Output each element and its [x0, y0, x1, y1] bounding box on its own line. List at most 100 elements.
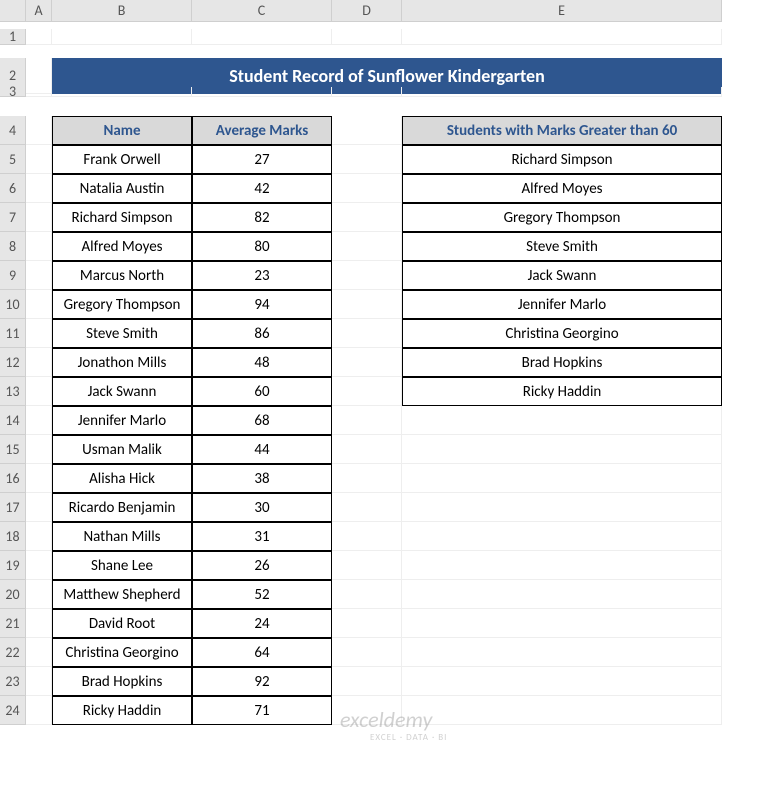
table2-cell[interactable]: Richard Simpson: [402, 145, 722, 174]
cell[interactable]: [332, 580, 402, 609]
cell[interactable]: [332, 232, 402, 261]
cell[interactable]: [332, 406, 402, 435]
row-header[interactable]: 22: [0, 638, 26, 667]
cell[interactable]: [332, 261, 402, 290]
cell[interactable]: [26, 174, 52, 203]
row-header[interactable]: 15: [0, 435, 26, 464]
cell[interactable]: [332, 667, 402, 696]
table1-name-cell[interactable]: Alisha Hick: [52, 464, 192, 493]
row-header[interactable]: 11: [0, 319, 26, 348]
cell[interactable]: [402, 406, 722, 435]
col-header-E[interactable]: E: [402, 0, 722, 22]
cell[interactable]: [26, 377, 52, 406]
col-header-A[interactable]: A: [26, 0, 52, 22]
cell[interactable]: [332, 145, 402, 174]
cell[interactable]: [26, 667, 52, 696]
cell[interactable]: [332, 638, 402, 667]
table2-cell[interactable]: Alfred Moyes: [402, 174, 722, 203]
cell[interactable]: [26, 609, 52, 638]
cell[interactable]: [402, 638, 722, 667]
cell[interactable]: [26, 29, 52, 45]
cell[interactable]: [52, 87, 192, 97]
table1-name-cell[interactable]: David Root: [52, 609, 192, 638]
cell[interactable]: [26, 551, 52, 580]
table1-header-name[interactable]: Name: [52, 116, 192, 145]
row-header[interactable]: 4: [0, 116, 26, 145]
table1-name-cell[interactable]: Brad Hopkins: [52, 667, 192, 696]
cell[interactable]: [26, 522, 52, 551]
row-header[interactable]: 7: [0, 203, 26, 232]
table1-name-cell[interactable]: Jennifer Marlo: [52, 406, 192, 435]
table1-name-cell[interactable]: Jack Swann: [52, 377, 192, 406]
col-header-D[interactable]: D: [332, 0, 402, 22]
table1-header-marks[interactable]: Average Marks: [192, 116, 332, 145]
row-header[interactable]: 16: [0, 464, 26, 493]
row-header[interactable]: 10: [0, 290, 26, 319]
cell[interactable]: [26, 406, 52, 435]
row-header[interactable]: 3: [0, 87, 26, 97]
row-header[interactable]: 14: [0, 406, 26, 435]
cell[interactable]: [26, 87, 52, 97]
cell[interactable]: [332, 203, 402, 232]
table1-marks-cell[interactable]: 42: [192, 174, 332, 203]
cell[interactable]: [402, 29, 722, 45]
table2-cell[interactable]: Ricky Haddin: [402, 377, 722, 406]
cell[interactable]: [402, 696, 722, 725]
cell[interactable]: [26, 203, 52, 232]
cell[interactable]: [402, 435, 722, 464]
table1-name-cell[interactable]: Richard Simpson: [52, 203, 192, 232]
table1-marks-cell[interactable]: 68: [192, 406, 332, 435]
table1-marks-cell[interactable]: 71: [192, 696, 332, 725]
row-header[interactable]: 6: [0, 174, 26, 203]
table1-marks-cell[interactable]: 64: [192, 638, 332, 667]
table1-name-cell[interactable]: Ricardo Benjamin: [52, 493, 192, 522]
cell[interactable]: [402, 493, 722, 522]
row-header[interactable]: 5: [0, 145, 26, 174]
cell[interactable]: [332, 348, 402, 377]
cell[interactable]: [26, 232, 52, 261]
select-all-corner[interactable]: [0, 0, 26, 22]
table1-marks-cell[interactable]: 52: [192, 580, 332, 609]
table2-cell[interactable]: Christina Georgino: [402, 319, 722, 348]
table1-name-cell[interactable]: Gregory Thompson: [52, 290, 192, 319]
row-header[interactable]: 21: [0, 609, 26, 638]
col-header-C[interactable]: C: [192, 0, 332, 22]
table1-marks-cell[interactable]: 48: [192, 348, 332, 377]
cell[interactable]: [26, 493, 52, 522]
table1-marks-cell[interactable]: 86: [192, 319, 332, 348]
cell[interactable]: [52, 29, 192, 45]
cell[interactable]: [332, 116, 402, 145]
row-header[interactable]: 1: [0, 29, 26, 45]
table1-marks-cell[interactable]: 31: [192, 522, 332, 551]
cell[interactable]: [402, 522, 722, 551]
table1-name-cell[interactable]: Christina Georgino: [52, 638, 192, 667]
row-header[interactable]: 20: [0, 580, 26, 609]
cell[interactable]: [402, 667, 722, 696]
cell[interactable]: [332, 290, 402, 319]
cell[interactable]: [332, 87, 402, 97]
row-header[interactable]: 12: [0, 348, 26, 377]
cell[interactable]: [332, 319, 402, 348]
cell[interactable]: [332, 522, 402, 551]
table1-marks-cell[interactable]: 80: [192, 232, 332, 261]
table1-marks-cell[interactable]: 60: [192, 377, 332, 406]
table1-name-cell[interactable]: Marcus North: [52, 261, 192, 290]
cell[interactable]: [26, 145, 52, 174]
table1-marks-cell[interactable]: 27: [192, 145, 332, 174]
table2-cell[interactable]: Gregory Thompson: [402, 203, 722, 232]
cell[interactable]: [332, 493, 402, 522]
cell[interactable]: [26, 319, 52, 348]
table1-marks-cell[interactable]: 30: [192, 493, 332, 522]
table2-header[interactable]: Students with Marks Greater than 60: [402, 116, 722, 145]
cell[interactable]: [26, 348, 52, 377]
table2-cell[interactable]: Steve Smith: [402, 232, 722, 261]
cell[interactable]: [332, 609, 402, 638]
row-header[interactable]: 23: [0, 667, 26, 696]
cell[interactable]: [332, 174, 402, 203]
cell[interactable]: [332, 435, 402, 464]
table1-name-cell[interactable]: Steve Smith: [52, 319, 192, 348]
cell[interactable]: [26, 696, 52, 725]
table1-name-cell[interactable]: Matthew Shepherd: [52, 580, 192, 609]
cell[interactable]: [332, 29, 402, 45]
cell[interactable]: [332, 464, 402, 493]
